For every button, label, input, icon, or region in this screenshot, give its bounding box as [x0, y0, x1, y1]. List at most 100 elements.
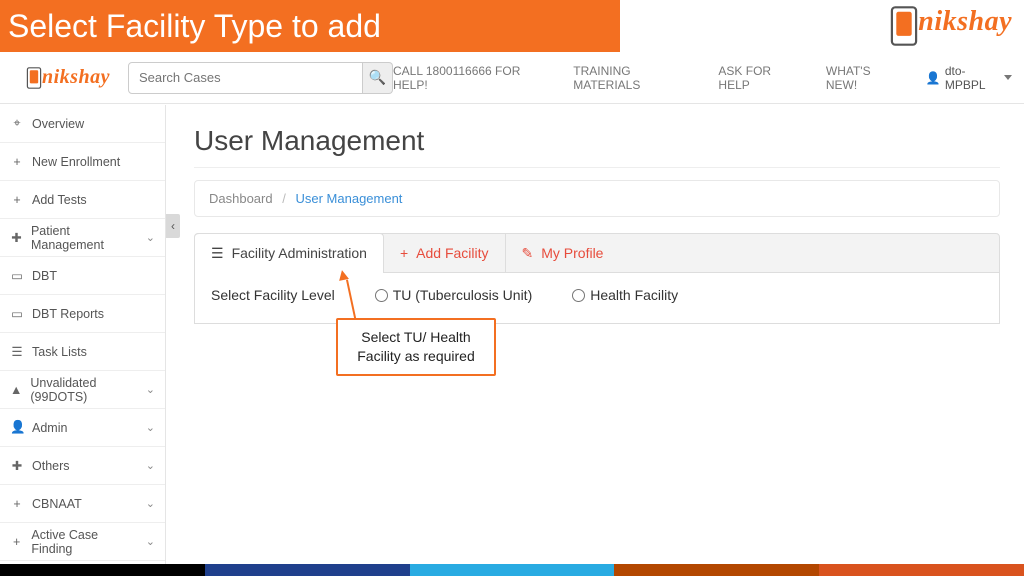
sidebar-icon: + [10, 193, 24, 207]
search-input[interactable] [128, 62, 363, 94]
sidebar-item-dbt[interactable]: ▭ DBT [0, 257, 165, 295]
footer-segment [410, 564, 615, 576]
tabs: ☰ Facility Administration + Add Facility… [194, 233, 1000, 273]
instruction-callout: Select TU/ Health Facility as required [336, 318, 496, 376]
chevron-down-icon: ⌄ [146, 497, 155, 510]
sidebar-icon: ✚ [10, 230, 23, 245]
sidebar-item-label: DBT Reports [32, 307, 104, 321]
radio-tu[interactable]: TU (Tuberculosis Unit) [375, 287, 533, 303]
footer-segment [0, 564, 205, 576]
brand-name: nikshay [42, 66, 110, 89]
sidebar-item-label: Active Case Finding [31, 528, 137, 556]
callout-box: Select TU/ Health Facility as required [336, 318, 496, 376]
breadcrumb-root[interactable]: Dashboard [209, 191, 273, 206]
banner-row: Select Facility Type to add nikshay [0, 0, 1024, 52]
radio-tu-label: TU (Tuberculosis Unit) [393, 287, 533, 303]
breadcrumb-current[interactable]: User Management [295, 191, 402, 206]
nav-training[interactable]: TRAINING MATERIALS [573, 64, 692, 92]
radio-health-facility[interactable]: Health Facility [572, 287, 678, 303]
breadcrumb-sep: / [282, 191, 286, 206]
sidebar-item-label: Add Tests [32, 193, 87, 207]
search-wrap: 🔍 [128, 62, 393, 94]
top-navbar: nikshay 🔍 CALL 1800116666 FOR HELP! TRAI… [0, 52, 1024, 104]
callout-line1: Select TU/ Health [352, 328, 480, 347]
chevron-down-icon [1004, 75, 1012, 80]
tab-label: My Profile [541, 245, 603, 261]
sidebar-icon: ☰ [10, 344, 24, 359]
nav-whats-new[interactable]: WHAT'S NEW! [826, 64, 900, 92]
sidebar-item-admin[interactable]: 👤 Admin ⌄ [0, 409, 165, 447]
sidebar-icon: + [10, 497, 24, 511]
phone-icon [27, 67, 41, 89]
user-icon: 👤 [926, 71, 941, 85]
sidebar-item-label: DBT [32, 269, 57, 283]
radio-hf-input[interactable] [572, 289, 585, 302]
sidebar-item-active-case-finding[interactable]: + Active Case Finding ⌄ [0, 523, 165, 561]
tab-add-facility[interactable]: + Add Facility [384, 234, 506, 272]
plus-icon: + [400, 245, 408, 261]
nav-ask-help[interactable]: ASK FOR HELP [718, 64, 799, 92]
title-divider [194, 167, 1000, 168]
search-icon: 🔍 [369, 69, 386, 86]
sidebar-item-new-enrollment[interactable]: + New Enrollment [0, 143, 165, 181]
sidebar-item-label: Others [32, 459, 70, 473]
sidebar-item-label: Unvalidated (99DOTS) [30, 376, 137, 404]
sidebar-item-others[interactable]: ✚ Others ⌄ [0, 447, 165, 485]
page-title: User Management [194, 125, 1000, 157]
brand-logo-large: nikshay [892, 6, 1012, 44]
sidebar-icon: + [10, 535, 23, 549]
tab-my-profile[interactable]: ✎ My Profile [506, 234, 620, 272]
tab-label: Facility Administration [232, 245, 367, 261]
select-facility-label: Select Facility Level [211, 287, 335, 303]
facility-level-row: Select Facility Level TU (Tuberculosis U… [211, 287, 983, 303]
footer-segment [614, 564, 819, 576]
sidebar-item-dbt-reports[interactable]: ▭ DBT Reports [0, 295, 165, 333]
sidebar-item-overview[interactable]: ⌖ Overview [0, 105, 165, 143]
main-content: User Management Dashboard / User Managem… [166, 105, 1024, 564]
chevron-down-icon: ⌄ [146, 383, 155, 396]
brand-name: nikshay [918, 6, 1012, 37]
sidebar-item-add-tests[interactable]: + Add Tests [0, 181, 165, 219]
search-button[interactable]: 🔍 [363, 62, 393, 94]
chevron-down-icon: ⌄ [146, 231, 155, 244]
chevron-down-icon: ⌄ [146, 535, 155, 548]
sidebar-item-label: Overview [32, 117, 84, 131]
breadcrumb: Dashboard / User Management [194, 180, 1000, 217]
brand-logo-small[interactable]: nikshay [22, 60, 110, 96]
user-name: dto-MPBPL [945, 64, 1000, 92]
sidebar-item-cbnaat[interactable]: + CBNAAT ⌄ [0, 485, 165, 523]
tab-label: Add Facility [416, 245, 488, 261]
chevron-down-icon: ⌄ [146, 421, 155, 434]
tab-facility-admin[interactable]: ☰ Facility Administration [195, 233, 384, 272]
sidebar-icon: ▭ [10, 306, 24, 321]
facility-panel: Select Facility Level TU (Tuberculosis U… [194, 273, 1000, 324]
phone-icon [891, 6, 917, 46]
sidebar-item-label: CBNAAT [32, 497, 82, 511]
user-dropdown[interactable]: 👤 dto-MPBPL [926, 64, 1012, 92]
footer-segment [205, 564, 410, 576]
nav-links: CALL 1800116666 FOR HELP! TRAINING MATER… [393, 64, 1012, 92]
list-icon: ☰ [211, 245, 224, 262]
sidebar-item-task-lists[interactable]: ☰ Task Lists [0, 333, 165, 371]
sidebar-item-label: Task Lists [32, 345, 87, 359]
edit-icon: ✎ [522, 245, 534, 262]
radio-tu-input[interactable] [375, 289, 388, 302]
radio-hf-label: Health Facility [590, 287, 678, 303]
chevron-down-icon: ⌄ [146, 459, 155, 472]
sidebar-icon: ⌖ [10, 116, 24, 131]
sidebar-item-label: Admin [32, 421, 67, 435]
nav-call-help[interactable]: CALL 1800116666 FOR HELP! [393, 64, 547, 92]
footer-color-strip [0, 564, 1024, 576]
sidebar-item-label: New Enrollment [32, 155, 120, 169]
sidebar-icon: ▭ [10, 268, 24, 283]
sidebar-item-patient-management[interactable]: ✚ Patient Management ⌄ [0, 219, 165, 257]
sidebar-icon: ▲ [10, 383, 22, 397]
sidebar-icon: 👤 [10, 420, 24, 435]
instruction-banner: Select Facility Type to add [0, 0, 620, 52]
sidebar-icon: + [10, 155, 24, 169]
footer-segment [819, 564, 1024, 576]
sidebar: ⌖ Overview + New Enrollment + Add Tests … [0, 105, 166, 564]
sidebar-icon: ✚ [10, 458, 24, 473]
sidebar-item-unvalidated-99dots-[interactable]: ▲ Unvalidated (99DOTS) ⌄ [0, 371, 165, 409]
sidebar-item-label: Patient Management [31, 224, 138, 252]
